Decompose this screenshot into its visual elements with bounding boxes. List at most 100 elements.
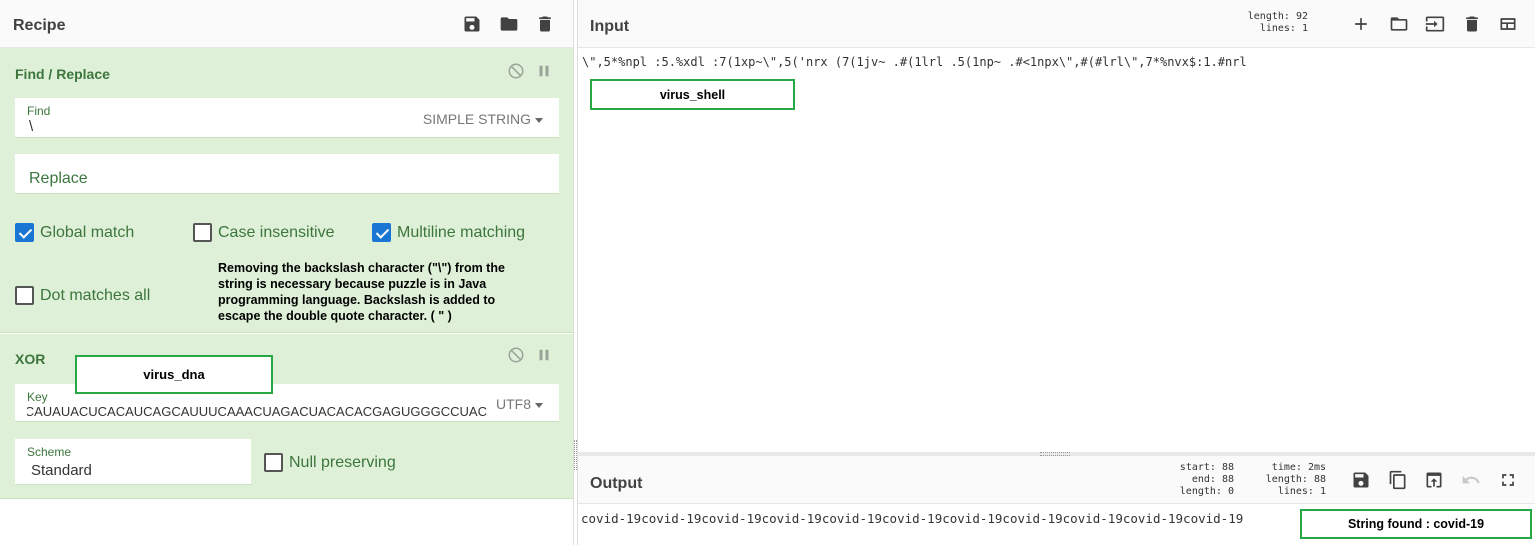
scheme-field[interactable]: Scheme Standard <box>15 439 251 485</box>
key-encoding-label: UTF8 <box>496 396 531 412</box>
caret-down-icon <box>535 402 543 408</box>
add-input-tab-button[interactable] <box>1349 12 1373 36</box>
output-time-label: time: <box>1271 462 1302 473</box>
copy-output-button[interactable] <box>1386 468 1410 492</box>
clear-recipe-button[interactable] <box>533 12 557 36</box>
key-label: Key <box>27 390 48 404</box>
layout-icon <box>1500 18 1516 30</box>
output-time-value: 2ms <box>1307 462 1326 473</box>
key-input[interactable]: GCAUAUACUCACAUCAGCAUUUCAAACUAGACUACACACG… <box>27 404 487 419</box>
output-textarea[interactable]: covid-19covid-19covid-19covid-19covid-19… <box>581 511 1243 526</box>
recipe-header: Recipe <box>0 0 573 48</box>
input-header: Input length: 92 lines: 1 <box>578 0 1535 48</box>
output-length-label: length: <box>1265 474 1308 485</box>
scheme-label: Scheme <box>27 445 72 459</box>
reset-layout-button[interactable] <box>1496 12 1520 36</box>
find-type-dropdown[interactable]: SIMPLE STRING <box>423 111 543 127</box>
find-replace-title: Find / Replace <box>15 66 110 82</box>
recipe-pane: Recipe Find / Replace Find \ SIMPLE STRI… <box>0 0 574 545</box>
input-lines-label: lines: <box>1259 23 1296 34</box>
output-start-label: start: <box>1179 462 1216 473</box>
input-length-label: length: <box>1247 11 1290 22</box>
save-output-button[interactable] <box>1349 468 1373 492</box>
disable-icon <box>508 63 524 79</box>
annotation-note: Removing the backslash character ("\") f… <box>218 261 505 323</box>
output-start-value: 88 <box>1221 462 1234 473</box>
find-field[interactable]: Find \ SIMPLE STRING <box>15 98 559 138</box>
case-insensitive-label: Case insensitive <box>218 223 335 241</box>
save-icon <box>464 16 480 32</box>
null-preserving-label: Null preserving <box>289 453 396 471</box>
checkbox-checked-icon <box>372 223 391 242</box>
input-length-value: 92 <box>1295 11 1308 22</box>
undo-icon <box>1462 475 1480 484</box>
folder-icon <box>500 17 518 31</box>
disable-operation-button[interactable] <box>507 346 525 364</box>
pause-operation-button[interactable] <box>535 346 553 364</box>
trash-icon <box>539 16 551 32</box>
output-stats: time: 2ms length: 88 lines: 1 <box>1254 462 1326 498</box>
caret-down-icon <box>535 117 543 123</box>
checkbox-unchecked-icon <box>193 223 212 242</box>
input-pane: Input length: 92 lines: 1 \",5*%npl :5.%… <box>577 0 1535 452</box>
maximize-output-button[interactable] <box>1496 468 1520 492</box>
global-match-checkbox[interactable]: Global match <box>15 223 134 242</box>
output-lines-label: lines: <box>1277 486 1314 497</box>
trash-icon <box>1466 16 1478 32</box>
output-lines-value: 1 <box>1319 486 1326 497</box>
output-end-value: 88 <box>1221 474 1234 485</box>
output-header: Output start: 88 end: 88 length: 0 time:… <box>578 456 1535 504</box>
checkbox-unchecked-icon <box>264 453 283 472</box>
recipe-title: Recipe <box>13 17 66 34</box>
replace-input[interactable]: Replace <box>29 170 88 188</box>
replace-input-icon <box>1426 472 1442 488</box>
disable-operation-button[interactable] <box>507 62 525 80</box>
key-encoding-dropdown[interactable]: UTF8 <box>496 396 543 412</box>
virus-shell-annotation: virus_shell <box>590 79 795 110</box>
input-stats: length: 92 lines: 1 <box>1218 11 1308 35</box>
maximize-icon <box>1502 474 1514 486</box>
input-lines-value: 1 <box>1301 23 1308 34</box>
copy-icon <box>1389 470 1406 490</box>
save-recipe-button[interactable] <box>460 12 484 36</box>
load-recipe-button[interactable] <box>497 12 521 36</box>
input-title: Input <box>590 18 630 35</box>
multiline-matching-label: Multiline matching <box>397 223 526 241</box>
case-insensitive-checkbox[interactable]: Case insensitive <box>193 223 335 242</box>
replace-input-button[interactable] <box>1422 468 1446 492</box>
dot-matches-all-label: Dot matches all <box>40 286 151 304</box>
input-textarea[interactable]: \",5*%npl :5.%xdl :7(1xp~\",5('nrx (7(1j… <box>582 55 1247 69</box>
null-preserving-checkbox[interactable]: Null preserving <box>264 453 396 472</box>
output-title: Output <box>590 475 643 492</box>
pause-icon <box>539 349 549 361</box>
pause-operation-button[interactable] <box>535 62 553 80</box>
clear-input-button[interactable] <box>1460 12 1484 36</box>
plus-icon <box>1355 18 1367 30</box>
import-icon <box>1425 16 1445 32</box>
undo-button[interactable] <box>1459 468 1483 492</box>
output-end-label: end: <box>1191 474 1216 485</box>
find-input[interactable]: \ <box>29 118 33 135</box>
virus-dna-annotation: virus_dna <box>75 355 273 394</box>
global-match-label: Global match <box>40 223 135 241</box>
output-length-value: 88 <box>1313 474 1326 485</box>
open-folder-icon <box>1390 17 1408 31</box>
pause-icon <box>539 65 549 77</box>
disable-icon <box>508 347 524 363</box>
checkbox-unchecked-icon <box>15 286 34 305</box>
string-found-annotation: String found : covid-19 <box>1300 509 1532 539</box>
find-label: Find <box>27 104 51 118</box>
output-sel-length-label: length: <box>1179 486 1222 497</box>
scheme-select[interactable]: Standard <box>31 462 92 479</box>
save-icon <box>1353 472 1369 488</box>
find-type-label: SIMPLE STRING <box>422 111 531 127</box>
open-file-button[interactable] <box>1387 12 1411 36</box>
multiline-matching-checkbox[interactable]: Multiline matching <box>372 223 525 242</box>
replace-field[interactable]: Replace <box>15 154 559 194</box>
output-sel-length-value: 0 <box>1227 486 1234 497</box>
checkbox-checked-icon <box>15 223 34 242</box>
dot-matches-all-checkbox[interactable]: Dot matches all <box>15 286 150 305</box>
open-folder-button[interactable] <box>1423 12 1447 36</box>
output-pane: Output start: 88 end: 88 length: 0 time:… <box>577 456 1535 545</box>
output-selection-stats: start: 88 end: 88 length: 0 <box>1168 462 1234 498</box>
